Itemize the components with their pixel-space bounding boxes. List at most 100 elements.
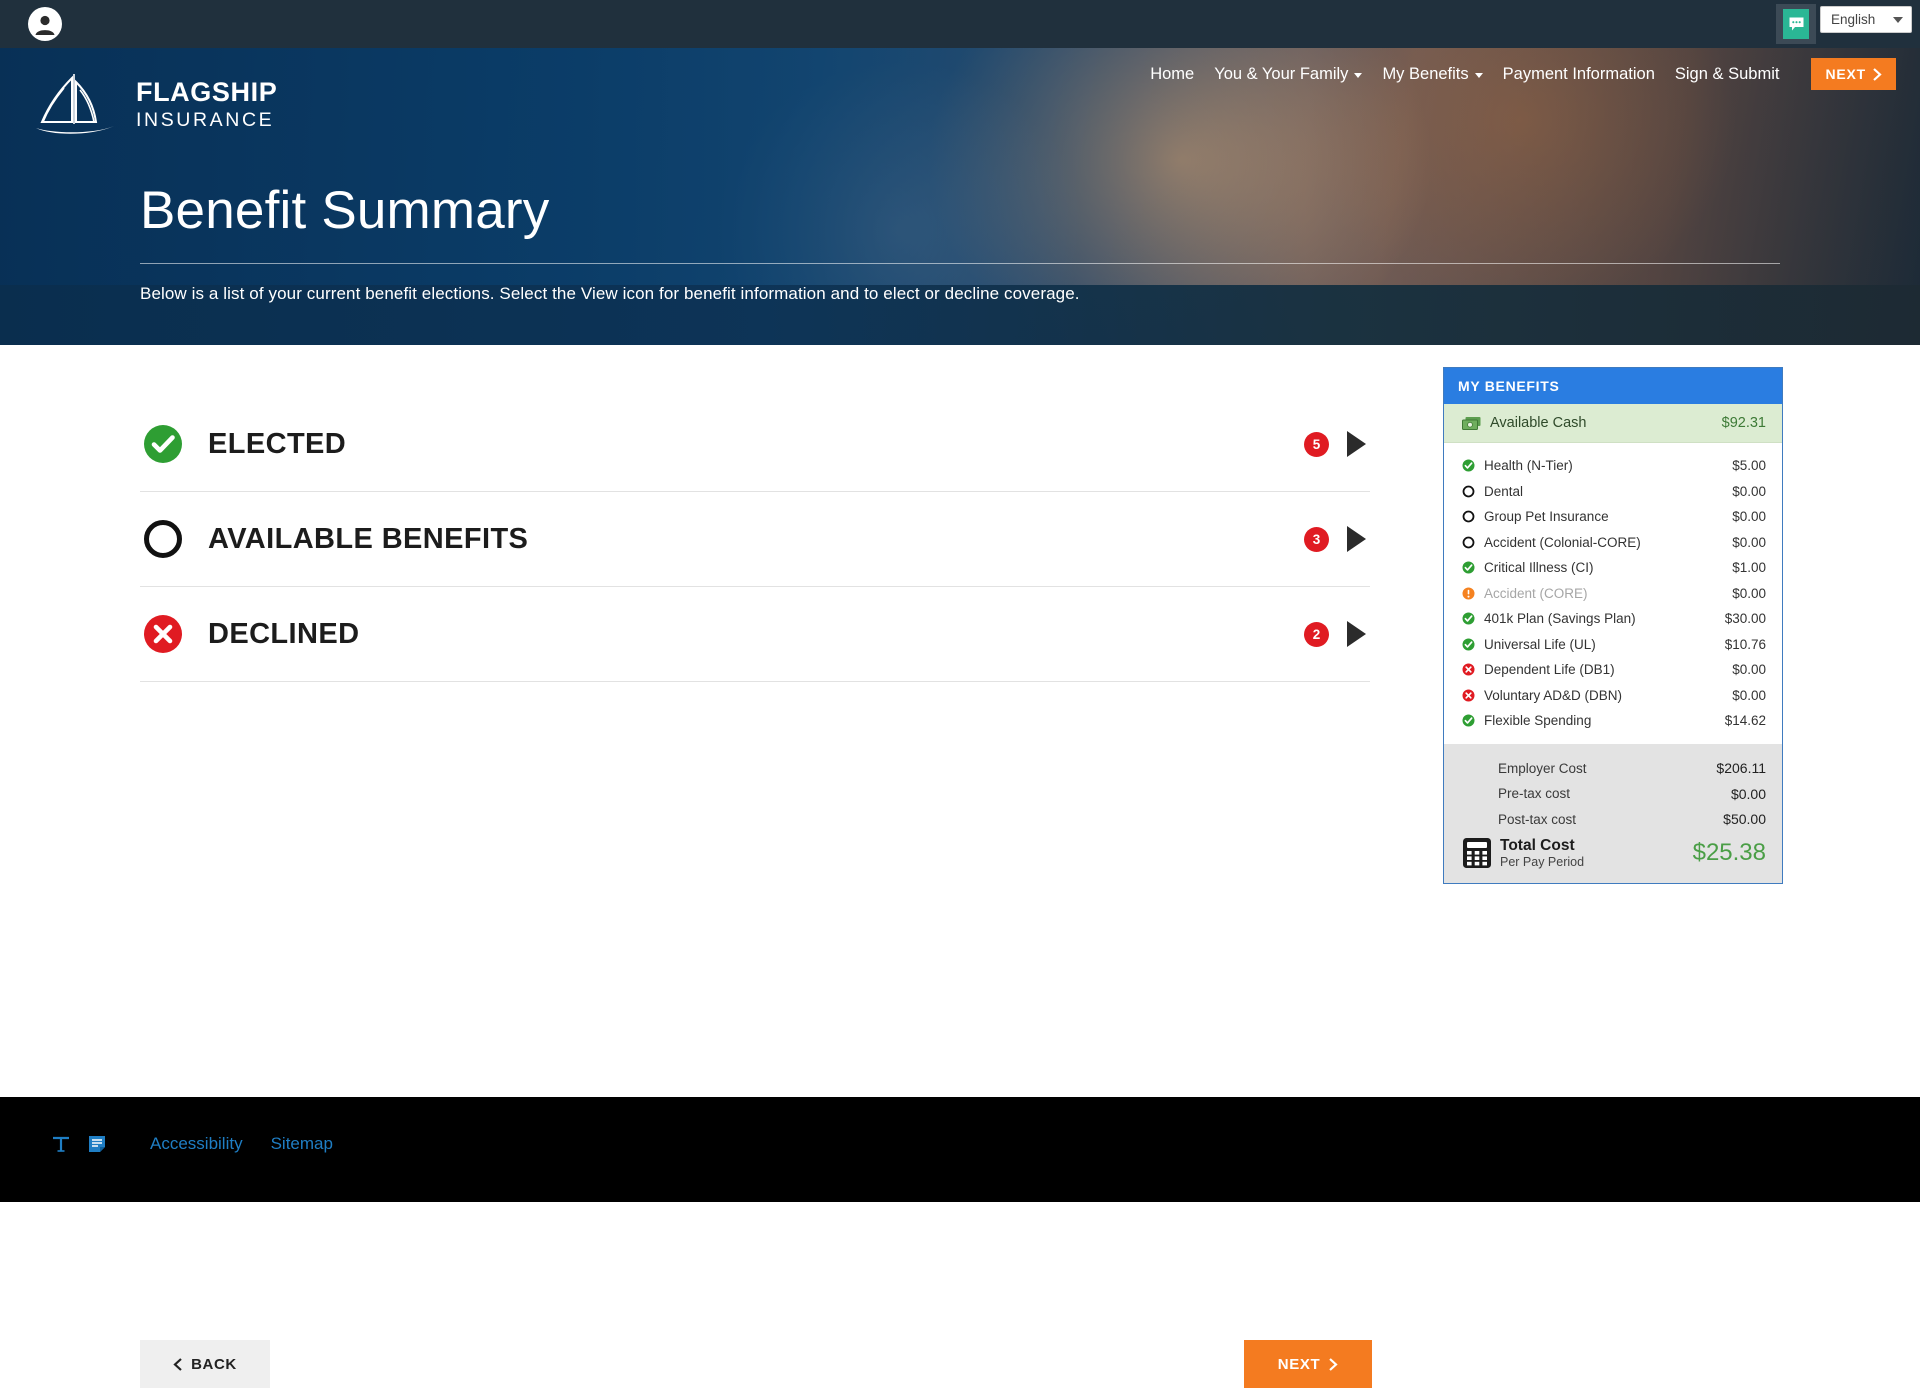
main-content: ELECTED 5 AVAILABLE BENEFITS 3 DECLINED … <box>0 345 1920 1388</box>
benefit-value: $1.00 <box>1732 560 1766 576</box>
check-circle-icon <box>1462 561 1475 574</box>
benefit-row[interactable]: Critical Illness (CI) $1.00 <box>1462 555 1766 581</box>
calculator-icon <box>1463 838 1491 868</box>
benefit-row[interactable]: Accident (CORE) $0.00 <box>1462 581 1766 607</box>
footer-link-sitemap[interactable]: Sitemap <box>271 1134 333 1154</box>
nav-item-sign-and-submit[interactable]: Sign & Submit <box>1665 65 1790 84</box>
check-circle-icon <box>1462 638 1475 651</box>
nav-label: Sign & Submit <box>1674 64 1780 83</box>
circle-outline-icon <box>1462 510 1475 523</box>
next-label: NEXT <box>1277 1355 1321 1373</box>
page-title: Benefit Summary <box>140 181 550 240</box>
hero-divider <box>140 263 1780 265</box>
benefit-name: Dental <box>1484 483 1524 499</box>
check-circle-icon <box>1462 714 1475 727</box>
benefit-value: $0.00 <box>1732 662 1766 678</box>
document-icon[interactable] <box>86 1133 108 1155</box>
header-next-button[interactable]: NEXT <box>1811 58 1896 90</box>
page-footer: Accessibility Sitemap <box>0 1097 1920 1202</box>
benefit-row[interactable]: 401k Plan (Savings Plan) $30.00 <box>1462 606 1766 632</box>
next-button[interactable]: NEXT <box>1244 1340 1372 1388</box>
accordion-elected[interactable]: ELECTED 5 <box>140 397 1370 492</box>
cost-summary: Employer Cost $206.11 Pre-tax cost $0.00… <box>1444 743 1782 883</box>
brand-logo[interactable]: FLAGSHIP INSURANCE <box>30 68 277 142</box>
benefit-name: Critical Illness (CI) <box>1484 560 1594 576</box>
utility-bar: English <box>0 0 1920 48</box>
accordion-label: DECLINED <box>208 617 360 650</box>
chevron-right-icon <box>1873 67 1882 81</box>
total-cost-row: Total Cost Per Pay Period $25.38 <box>1462 837 1766 869</box>
nav-label: You & Your Family <box>1214 64 1349 83</box>
footer-link-accessibility[interactable]: Accessibility <box>150 1134 243 1154</box>
page-subtitle: Below is a list of your current benefit … <box>140 284 1080 304</box>
benefit-rows: Health (N-Tier) $5.00 Dental $0.00 Group… <box>1444 443 1782 744</box>
benefit-name: Universal Life (UL) <box>1484 636 1596 652</box>
accordion-available-benefits[interactable]: AVAILABLE BENEFITS 3 <box>140 492 1370 587</box>
header-next-label: NEXT <box>1825 66 1866 82</box>
chevron-down-icon <box>1354 73 1363 78</box>
accordion-declined[interactable]: DECLINED 2 <box>140 587 1370 682</box>
circle-outline-icon <box>1462 536 1475 549</box>
benefit-row[interactable]: Dental $0.00 <box>1462 479 1766 505</box>
cost-row-pretax: Pre-tax cost $0.00 <box>1462 781 1766 807</box>
benefit-value: $5.00 <box>1732 458 1766 474</box>
nav-label: Home <box>1150 64 1195 83</box>
benefit-value: $0.00 <box>1732 687 1766 703</box>
cost-row-employer: Employer Cost $206.11 <box>1462 756 1766 782</box>
available-cash-value: $92.31 <box>1721 415 1766 431</box>
available-cash-label: Available Cash <box>1490 415 1587 431</box>
benefit-name: Health (N-Tier) <box>1484 458 1573 474</box>
back-button[interactable]: BACK <box>140 1340 270 1388</box>
total-cost-label: Total Cost <box>1500 837 1575 855</box>
chevron-left-icon <box>173 1357 182 1371</box>
accordion-count-badge: 5 <box>1304 431 1329 457</box>
my-benefits-panel: MY BENEFITS Available Cash $92.31 Health… <box>1443 367 1783 884</box>
benefit-value: $0.00 <box>1732 534 1766 550</box>
benefit-name: Accident (Colonial-CORE) <box>1484 534 1641 550</box>
cost-value: $206.11 <box>1716 760 1766 777</box>
nav-item-payment-information[interactable]: Payment Information <box>1493 65 1665 84</box>
benefit-name: Accident (CORE) <box>1484 585 1588 601</box>
benefit-row[interactable]: Group Pet Insurance $0.00 <box>1462 504 1766 530</box>
sailboat-icon <box>36 74 114 134</box>
benefit-name: Dependent Life (DB1) <box>1484 662 1615 678</box>
cost-row-posttax: Post-tax cost $50.00 <box>1462 807 1766 833</box>
accordion-count-badge: 3 <box>1304 526 1329 552</box>
hero-banner: Benefit Summary Below is a list of your … <box>0 0 1920 345</box>
benefit-row[interactable]: Voluntary AD&D (DBN) $0.00 <box>1462 683 1766 709</box>
panel-header: MY BENEFITS <box>1444 368 1782 404</box>
chevron-down-icon <box>1893 16 1903 23</box>
benefit-value: $14.62 <box>1724 713 1766 729</box>
expand-arrow-icon[interactable] <box>1347 431 1366 457</box>
nav-item-you-and-your-family[interactable]: You & Your Family <box>1204 65 1372 84</box>
x-circle-icon <box>1462 689 1475 702</box>
nav-item-my-benefits[interactable]: My Benefits <box>1372 65 1492 84</box>
expand-arrow-icon[interactable] <box>1347 526 1366 552</box>
main-navigation: Home You & Your Family My Benefits Payme… <box>1140 58 1896 90</box>
cost-label: Post-tax cost <box>1498 811 1577 827</box>
benefit-row[interactable]: Universal Life (UL) $10.76 <box>1462 632 1766 658</box>
avatar[interactable] <box>28 7 62 41</box>
cost-value: $0.00 <box>1730 785 1766 802</box>
chat-button[interactable] <box>1776 4 1816 44</box>
benefit-row[interactable]: Flexible Spending $14.62 <box>1462 708 1766 734</box>
benefit-row[interactable]: Health (N-Tier) $5.00 <box>1462 453 1766 479</box>
benefit-row[interactable]: Dependent Life (DB1) $0.00 <box>1462 657 1766 683</box>
nav-label: Payment Information <box>1502 64 1655 83</box>
total-cost-value: $25.38 <box>1692 839 1766 866</box>
benefit-name: Group Pet Insurance <box>1484 509 1609 525</box>
benefit-row[interactable]: Accident (Colonial-CORE) $0.00 <box>1462 530 1766 556</box>
expand-arrow-icon[interactable] <box>1347 621 1366 647</box>
brand-tagline: INSURANCE <box>136 109 275 132</box>
x-circle-icon <box>1462 663 1475 676</box>
text-size-icon[interactable] <box>50 1133 72 1155</box>
alert-circle-icon <box>1462 587 1475 600</box>
check-circle-icon <box>144 425 182 463</box>
benefit-category-list: ELECTED 5 AVAILABLE BENEFITS 3 DECLINED … <box>140 397 1370 682</box>
check-circle-icon <box>1462 612 1475 625</box>
language-selector[interactable]: English <box>1820 6 1912 33</box>
benefit-name: Flexible Spending <box>1484 713 1592 729</box>
benefit-value: $0.00 <box>1732 483 1766 499</box>
brand-name: FLAGSHIP <box>136 77 278 108</box>
nav-item-home[interactable]: Home <box>1140 65 1204 84</box>
